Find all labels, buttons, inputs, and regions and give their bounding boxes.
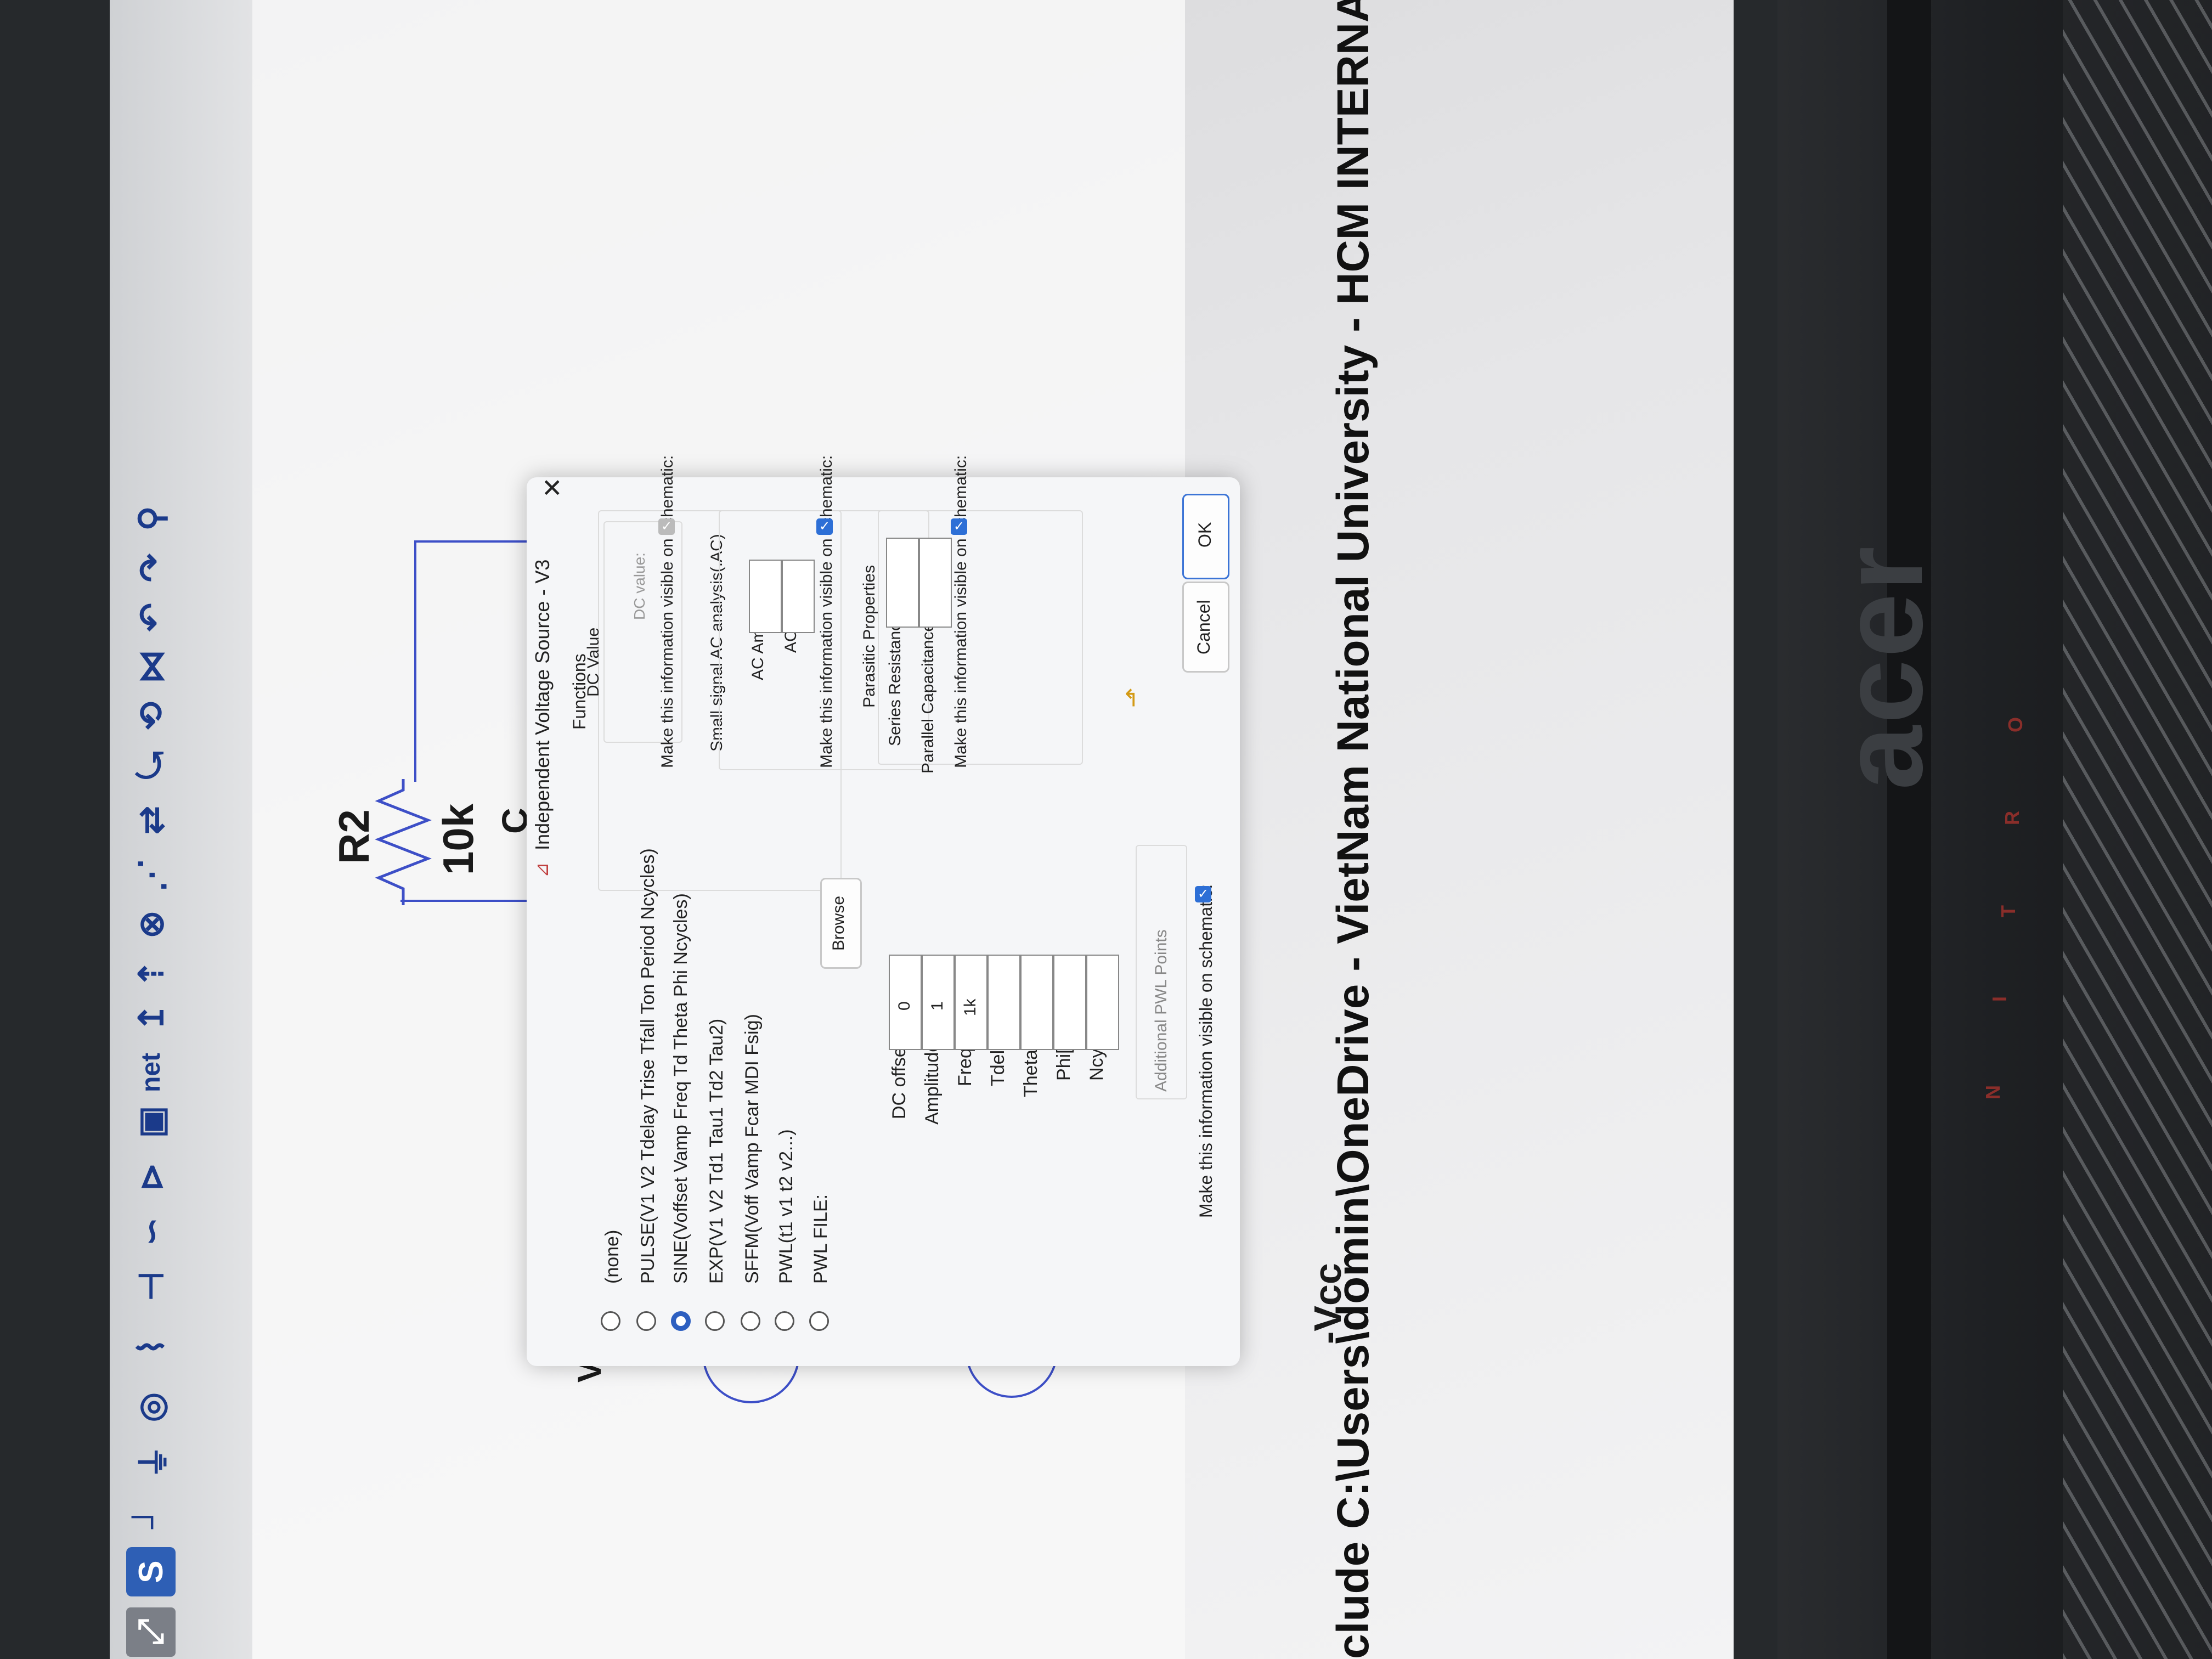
laptop-hinge [1887, 0, 1931, 1659]
r2-value: 10k [434, 803, 482, 875]
wire-top [414, 540, 540, 543]
function-pwl-label[interactable]: PWL(t1 v1 t2 v2...) [776, 1129, 797, 1284]
close-icon[interactable]: ✕ [538, 477, 567, 498]
inductor-icon[interactable]: ∽ [126, 1207, 176, 1256]
radio-pulse[interactable] [636, 1311, 656, 1331]
phi-field[interactable] [1053, 955, 1086, 1050]
nitro-letter-i: I [1988, 996, 2011, 1002]
dialog-title: Independent Voltage Source - V3 [531, 559, 554, 850]
function-exp-label[interactable]: EXP(V1 V2 Td1 Tau1 Td2 Tau2) [706, 1019, 727, 1284]
tdelay-field[interactable] [988, 955, 1020, 1050]
move-icon[interactable]: ↥ [126, 993, 176, 1042]
nitro-letter-t: T [1997, 905, 2019, 917]
radio-pwl-file[interactable] [809, 1311, 829, 1331]
nitro-letter-r: R [2001, 811, 2023, 825]
delete-icon[interactable]: ⊗ [126, 900, 176, 949]
duplicate-icon[interactable]: ⋰ [126, 850, 176, 900]
net-icon[interactable]: net [126, 1048, 176, 1097]
radio-pwl[interactable] [775, 1311, 794, 1331]
visible-left-checkbox[interactable]: ✓ [1195, 886, 1211, 902]
function-pwl-file-label[interactable]: PWL FILE: [810, 1194, 832, 1284]
ac-visible-label: Make this information visible on schemat… [817, 455, 836, 768]
capacitor-icon[interactable]: ⊣ [126, 1262, 176, 1311]
redo-icon[interactable]: ↷ [126, 543, 176, 592]
dc-value-label: DC value: [631, 552, 648, 620]
function-pulse-label[interactable]: PULSE(V1 V2 Tdelay Trise Tfall Ton Perio… [637, 848, 659, 1284]
cancel-button[interactable]: Cancel [1182, 582, 1229, 673]
radio-none[interactable] [601, 1311, 620, 1331]
ground-icon[interactable]: ⏚ [126, 1437, 176, 1487]
theta-field[interactable] [1020, 955, 1053, 1050]
mirror-icon[interactable]: ⇄ [126, 795, 176, 845]
dc-offset-field[interactable]: 0 [889, 955, 922, 1050]
parasitic-title: Parasitic Properties [860, 565, 878, 708]
diode-icon[interactable]: ⊳ [126, 1152, 176, 1201]
dc-visible-checkbox[interactable]: ✓ [658, 518, 675, 535]
resistor-icon[interactable]: ⌇ [126, 1322, 176, 1372]
parasitic-visible-checkbox[interactable]: ✓ [951, 518, 967, 535]
component-icon[interactable]: ▣ [126, 1097, 176, 1147]
parallel-capacitance-field[interactable] [919, 538, 952, 628]
parasitic-visible-label: Make this information visible on schemat… [952, 455, 970, 768]
ltspice-app-icon[interactable]: S [126, 1547, 176, 1596]
label-net-icon[interactable]: ◎ [126, 1383, 176, 1432]
dialog-app-icon: ⊿ [532, 862, 552, 878]
dc-visible-label: Make this information visible on schemat… [658, 455, 676, 768]
ncycles-field[interactable] [1086, 955, 1119, 1050]
radio-sffm[interactable] [741, 1311, 760, 1331]
nitro-letter-o: O [2004, 716, 2027, 733]
dc-value-title: DC Value [584, 627, 602, 697]
ok-button[interactable]: OK [1182, 494, 1229, 579]
rotate-icon[interactable]: ⤿ [126, 741, 176, 790]
wire-icon[interactable]: ┘ [126, 1492, 176, 1542]
freq-field[interactable]: 1k [955, 955, 988, 1050]
nitro-letter-n: N [1982, 1085, 2004, 1099]
series-resistance-field[interactable] [886, 538, 919, 628]
undo-icon[interactable]: ↶ [126, 592, 176, 642]
laptop-vent [2063, 0, 2212, 1659]
r2-name: R2 [330, 809, 378, 864]
function-sffm-label[interactable]: SFFM(Voff Vamp Fcar MDI Fsig) [742, 1014, 763, 1284]
spice-directive-icon[interactable]: ⋈ [126, 642, 176, 691]
resistor-r2[interactable] [373, 779, 433, 905]
function-none-label[interactable]: (none) [602, 1230, 623, 1284]
find-icon[interactable]: ⚲ [126, 494, 176, 543]
browse-button[interactable]: Browse [820, 878, 862, 969]
additional-pwl-label: Additional PWL Points [1152, 929, 1170, 1092]
ac-phase-field[interactable] [782, 560, 815, 633]
radio-sine[interactable] [671, 1311, 691, 1331]
spice-include-line: clude C:\Users\domin\OneDrive - VietNam … [1328, 0, 1378, 1659]
wire-left [414, 540, 416, 782]
text-icon[interactable]: ⟲ [126, 691, 176, 741]
ac-amplitude-field[interactable] [749, 560, 782, 633]
ac-visible-checkbox[interactable]: ✓ [816, 518, 833, 535]
amplitude-field[interactable]: 1 [922, 955, 955, 1050]
voltage-source-dialog: ⊿ Independent Voltage Source - V3 ✕ Func… [527, 455, 1240, 1366]
function-sine-label[interactable]: SINE(Voffset Vamp Freq Td Theta Phi Ncyc… [670, 893, 692, 1284]
drag-icon[interactable]: ⇡ [126, 949, 176, 998]
cursor-icon: ⬏ [1120, 687, 1147, 708]
radio-exp[interactable] [705, 1311, 725, 1331]
visible-left-label: Make this information visible on schemat… [1196, 884, 1216, 1218]
acer-logo: acer [1818, 544, 1946, 790]
expand-icon[interactable]: ⤢ [126, 1607, 176, 1657]
